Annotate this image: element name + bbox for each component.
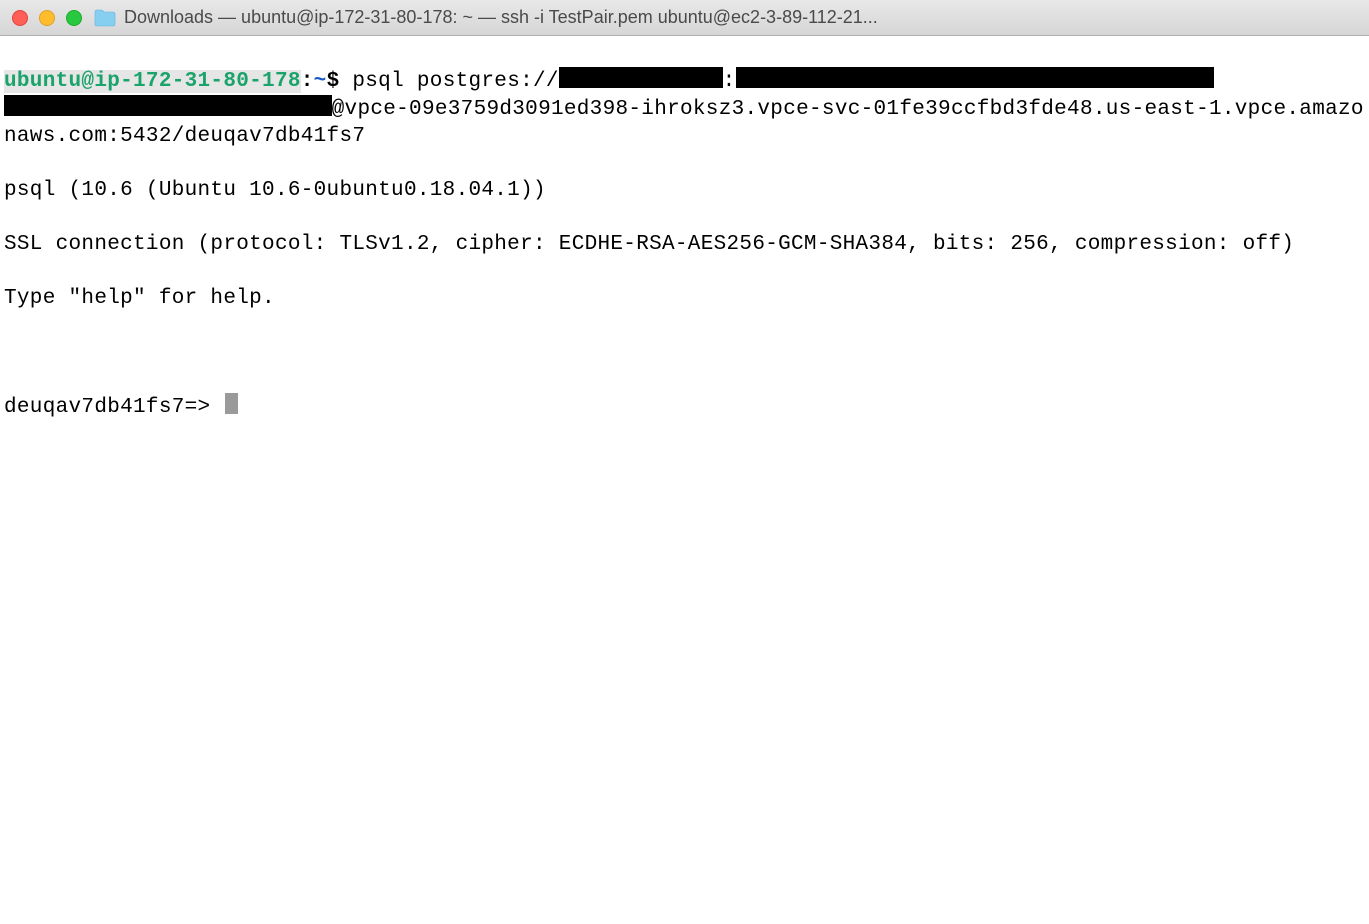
psql-version: psql (10.6 (Ubuntu 10.6-0ubuntu0.18.04.1… bbox=[4, 179, 546, 202]
prompt-user-host: ubuntu@ip-172-31-80-178 bbox=[4, 70, 301, 93]
terminal-line: Type "help" for help. bbox=[4, 285, 1365, 312]
terminal-line: ubuntu@ip-172-31-80-178:~$ psql postgres… bbox=[4, 67, 1365, 150]
command-prefix: psql postgres:// bbox=[352, 70, 558, 93]
terminal-line: psql (10.6 (Ubuntu 10.6-0ubuntu0.18.04.1… bbox=[4, 177, 1365, 204]
prompt-path: ~ bbox=[314, 70, 327, 93]
help-hint: Type "help" for help. bbox=[4, 287, 275, 310]
window-title: Downloads — ubuntu@ip-172-31-80-178: ~ —… bbox=[124, 7, 878, 28]
window-titlebar: Downloads — ubuntu@ip-172-31-80-178: ~ —… bbox=[0, 0, 1369, 36]
redacted-password-part1 bbox=[736, 67, 1215, 88]
folder-icon bbox=[94, 9, 116, 27]
fullscreen-window-button[interactable] bbox=[66, 10, 82, 26]
psql-prompt: deuqav7db41fs7=> bbox=[4, 396, 223, 419]
redacted-username bbox=[559, 67, 723, 88]
prompt-symbol: $ bbox=[327, 70, 340, 93]
prompt-separator: : bbox=[301, 70, 314, 93]
close-window-button[interactable] bbox=[12, 10, 28, 26]
ssl-connection-info: SSL connection (protocol: TLSv1.2, ciphe… bbox=[4, 233, 1294, 256]
colon-sep: : bbox=[723, 70, 736, 93]
traffic-lights bbox=[12, 10, 82, 26]
terminal-line: deuqav7db41fs7=> bbox=[4, 393, 1365, 421]
terminal-viewport[interactable]: ubuntu@ip-172-31-80-178:~$ psql postgres… bbox=[0, 36, 1369, 452]
terminal-cursor bbox=[225, 393, 238, 414]
terminal-line bbox=[4, 339, 1365, 366]
terminal-line: SSL connection (protocol: TLSv1.2, ciphe… bbox=[4, 231, 1365, 258]
redacted-password-part2 bbox=[4, 95, 332, 116]
minimize-window-button[interactable] bbox=[39, 10, 55, 26]
